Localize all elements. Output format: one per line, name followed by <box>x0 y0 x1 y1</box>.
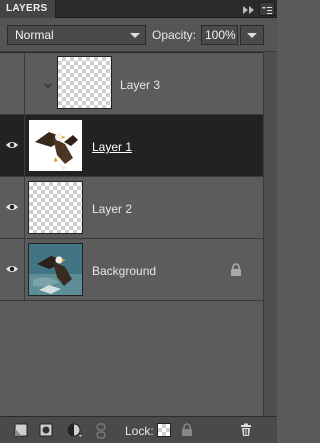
chevron-down-icon <box>247 33 257 38</box>
visibility-toggle[interactable] <box>0 239 25 301</box>
lock-icon <box>231 263 241 276</box>
layer-row-layer-3[interactable]: Layer 3 <box>0 53 263 115</box>
new-layer-icon[interactable] <box>14 423 28 437</box>
eagle-photo-image <box>29 244 82 295</box>
layer-name: Layer 3 <box>120 78 161 92</box>
eye-icon <box>6 204 18 210</box>
opacity-input[interactable]: 100% <box>201 25 238 45</box>
layers-scrollbar[interactable] <box>263 52 277 416</box>
layer-thumbnail <box>57 56 112 109</box>
layers-tab[interactable]: LAYERS <box>0 0 56 18</box>
lock-label: Lock: <box>125 424 154 438</box>
lock-all-icon[interactable] <box>180 423 194 437</box>
trash-icon[interactable] <box>239 423 253 437</box>
layer-thumbnail <box>28 119 83 172</box>
eagle-image <box>35 132 78 170</box>
layers-bottom-toolbar: Lock: <box>0 416 277 443</box>
lock-transparent-pixels-icon[interactable] <box>157 423 171 437</box>
layer-name: Layer 2 <box>92 202 133 216</box>
panel-menu-icon[interactable] <box>259 2 275 16</box>
visibility-toggle[interactable] <box>0 177 25 239</box>
layer-row-background[interactable]: Background <box>0 239 263 301</box>
clip-indicator-icon <box>44 83 52 88</box>
eye-icon <box>6 266 18 272</box>
chevron-down-icon <box>130 33 140 38</box>
layer-row-layer-1[interactable]: Layer 1 <box>0 115 263 177</box>
visibility-toggle[interactable] <box>0 53 25 115</box>
blend-mode-select[interactable]: Normal <box>7 25 146 45</box>
layer-name: Layer 1 <box>92 140 133 154</box>
layer-thumbnail <box>28 243 83 296</box>
collapse-icon[interactable] <box>241 3 257 15</box>
panel-titlebar: LAYERS <box>0 0 277 18</box>
adjustment-layer-icon[interactable] <box>67 423 82 437</box>
layer-row-layer-2[interactable]: Layer 2 <box>0 177 263 239</box>
blend-mode-value: Normal <box>15 28 54 42</box>
layer-name: Background <box>92 264 157 278</box>
layer-options-bar: Normal Opacity: 100% <box>0 18 277 52</box>
layer-thumbnail <box>28 181 83 234</box>
opacity-dropdown-button[interactable] <box>240 25 264 45</box>
eye-icon <box>6 142 18 148</box>
link-layers-icon[interactable] <box>95 423 109 439</box>
layer-mask-icon[interactable] <box>39 423 53 437</box>
opacity-label: Opacity: <box>152 28 197 42</box>
visibility-toggle[interactable] <box>0 115 25 177</box>
layers-list: Layer 3 Layer 1 Layer 2 Background <box>0 52 277 416</box>
